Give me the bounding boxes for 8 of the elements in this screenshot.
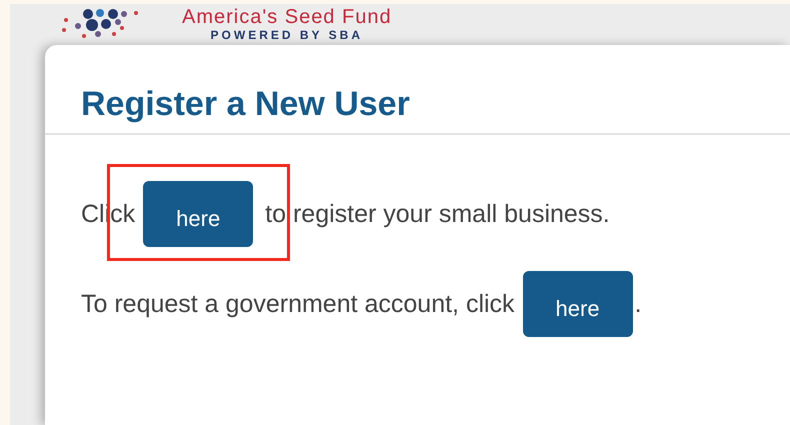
instruction-text: To request a government account, click	[81, 290, 515, 318]
dialog-title: Register a New User	[81, 85, 411, 124]
here-button[interactable]: here	[143, 181, 254, 247]
instruction-text: to register your small business.	[265, 200, 610, 228]
here-button[interactable]: here	[522, 271, 633, 337]
instruction-text: .	[634, 290, 642, 318]
brand-tagline: POWERED BY SBA	[210, 28, 364, 42]
brand-name: America's Seed Fund	[182, 6, 392, 28]
